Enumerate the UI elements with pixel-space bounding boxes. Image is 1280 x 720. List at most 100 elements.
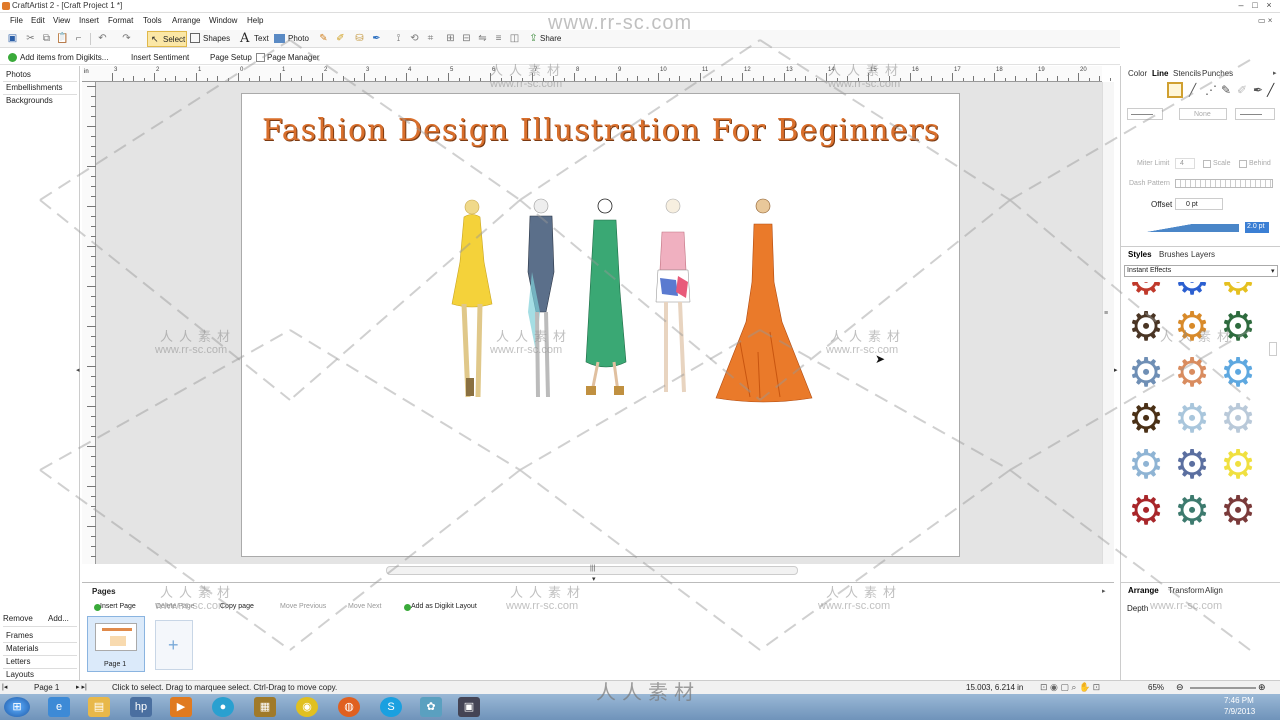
clock-date[interactable]: 7/9/2013 xyxy=(1224,707,1255,716)
tab-punches[interactable]: Punches xyxy=(1202,69,1233,78)
crop-icon[interactable]: ⌗ xyxy=(424,32,437,45)
hp-icon[interactable]: hp xyxy=(130,697,152,717)
line-style-dotted-icon[interactable]: ⋰ xyxy=(1205,83,1217,97)
cut-icon[interactable]: ✂ xyxy=(24,32,37,45)
line-style-square-icon[interactable] xyxy=(1167,82,1183,98)
menu-edit[interactable]: Edit xyxy=(31,16,45,25)
fill-icon[interactable]: ⛁ xyxy=(353,32,366,45)
tab-brushes[interactable]: Brushes xyxy=(1159,250,1188,259)
panel-expand-icon[interactable]: ▸ xyxy=(1102,587,1106,595)
tab-embellishments[interactable]: Embellishments xyxy=(6,83,62,92)
select-button[interactable]: ↖ Select xyxy=(147,31,187,47)
tab-line[interactable]: Line xyxy=(1152,69,1168,78)
line-style-brush-icon[interactable]: ✒ xyxy=(1253,83,1263,97)
zoom-slider[interactable] xyxy=(1190,687,1256,689)
insert-sentiment-button[interactable]: Insert Sentiment xyxy=(131,53,189,62)
media-player-icon[interactable]: ▶ xyxy=(170,697,192,717)
copy-icon[interactable]: ⧉ xyxy=(40,32,53,45)
view-tools-icon[interactable]: ⊡ ◉ ▢ ⌕ ✋ ⊡ xyxy=(1040,682,1100,693)
miter-limit-field[interactable]: 4 xyxy=(1175,158,1195,169)
menu-help[interactable]: Help xyxy=(247,16,263,25)
vertical-scrollbar[interactable] xyxy=(1102,82,1114,564)
gear-effect-icon[interactable]: ⚙ xyxy=(1171,282,1213,302)
maximize-icon[interactable]: □ xyxy=(1248,0,1262,12)
gear-effect-icon[interactable]: ⚙ xyxy=(1171,444,1213,486)
archive-icon[interactable]: ▦ xyxy=(254,697,276,717)
horizontal-ruler[interactable]: 3 2 1 0 1 2 3 4 5 6 7 8 9 10 11 12 13 14 15 16 17 18 19 20 xyxy=(82,66,1111,82)
mdi-restore-icon[interactable]: ▭ × xyxy=(1258,16,1272,25)
pen-icon[interactable]: ✒ xyxy=(370,32,383,45)
line-join-select[interactable]: None xyxy=(1179,108,1227,120)
add-button[interactable]: Add... xyxy=(48,614,69,623)
window-icon[interactable]: ▣ xyxy=(458,697,480,717)
insert-page-button[interactable]: Insert Page xyxy=(100,603,136,610)
page-manager-icon[interactable] xyxy=(256,53,265,62)
menu-format[interactable]: Format xyxy=(108,16,133,25)
vertical-ruler[interactable] xyxy=(82,82,96,564)
menu-insert[interactable]: Insert xyxy=(79,16,99,25)
gear-effect-icon[interactable]: ⚙ xyxy=(1217,490,1259,532)
page-manager-button[interactable]: Page Manager xyxy=(267,53,319,62)
tab-stencils[interactable]: Stencils xyxy=(1173,69,1201,78)
brush-icon[interactable]: ✎ xyxy=(317,32,330,45)
menu-window[interactable]: Window xyxy=(209,16,237,25)
firefox-icon[interactable]: ◍ xyxy=(338,697,360,717)
rotate-icon[interactable]: ⟲ xyxy=(408,32,421,45)
zoom-level[interactable]: 65% xyxy=(1148,683,1164,692)
add-page-button[interactable]: + xyxy=(155,620,193,670)
fashion-illustration-image[interactable] xyxy=(440,192,820,407)
tab-styles[interactable]: Styles xyxy=(1128,250,1152,259)
tab-layouts[interactable]: Layouts xyxy=(6,670,34,679)
add-items-icon[interactable] xyxy=(8,53,17,62)
move-previous-button[interactable]: Move Previous xyxy=(280,603,326,610)
gear-effect-icon[interactable]: ⚙ xyxy=(1217,398,1259,440)
gear-effect-icon[interactable]: ⚙ xyxy=(1217,444,1259,486)
tab-letters[interactable]: Letters xyxy=(6,657,30,666)
line-style-diagonal-icon[interactable]: ╱ xyxy=(1189,83,1196,97)
line-end-select[interactable] xyxy=(1235,108,1275,120)
current-page-label[interactable]: Page 1 xyxy=(34,683,59,692)
gear-effect-icon[interactable]: ⚙ xyxy=(1217,282,1259,302)
photo-icon[interactable] xyxy=(274,34,285,43)
tab-align[interactable]: Align xyxy=(1205,586,1223,595)
gear-effect-icon[interactable]: ⚙ xyxy=(1217,352,1259,394)
paste-icon[interactable]: 📋 xyxy=(56,32,69,45)
tab-transform[interactable]: Transform xyxy=(1168,586,1204,595)
eraser-icon[interactable]: ✐ xyxy=(334,32,347,45)
shapes-icon[interactable] xyxy=(190,33,200,43)
format-painter-icon[interactable]: ⌐ xyxy=(72,32,85,45)
line-style-eraser-icon[interactable]: ✐ xyxy=(1237,83,1247,97)
gear-effect-icon[interactable]: ⚙ xyxy=(1171,490,1213,532)
node-icon[interactable]: ⟟ xyxy=(392,32,405,45)
tab-frames[interactable]: Frames xyxy=(6,631,33,640)
text-button[interactable]: Text xyxy=(254,34,269,43)
add-items-button[interactable]: Add items from Digikits... xyxy=(20,53,108,62)
effects-gallery[interactable]: ⚙⚙⚙⚙⚙⚙⚙⚙⚙⚙⚙⚙⚙⚙⚙⚙⚙⚙ xyxy=(1125,282,1269,550)
gear-effect-icon[interactable]: ⚙ xyxy=(1125,398,1167,440)
undo-icon[interactable]: ↶ xyxy=(96,32,109,45)
move-next-button[interactable]: Move Next xyxy=(348,603,381,610)
align-icon[interactable]: ≡ xyxy=(492,32,505,45)
scale-checkbox[interactable] xyxy=(1203,160,1211,168)
gear-effect-icon[interactable]: ⚙ xyxy=(1171,398,1213,440)
collapse-right-icon[interactable]: ▸ xyxy=(1114,366,1118,374)
close-icon[interactable]: × xyxy=(1262,0,1276,12)
tab-backgrounds[interactable]: Backgrounds xyxy=(6,96,53,105)
zoom-out-icon[interactable]: ⊖ xyxy=(1176,682,1184,693)
gear-effect-icon[interactable]: ⚙ xyxy=(1125,282,1167,302)
gear-effect-icon[interactable]: ⚙ xyxy=(1125,490,1167,532)
skype-icon[interactable]: S xyxy=(380,697,402,717)
menu-arrange[interactable]: Arrange xyxy=(172,16,200,25)
order-icon[interactable]: ◫ xyxy=(508,32,521,45)
menu-view[interactable]: View xyxy=(53,16,70,25)
effects-category-select[interactable]: Instant Effects ▾ xyxy=(1124,265,1278,277)
gallery-scrollbar[interactable] xyxy=(1269,342,1277,356)
redo-icon[interactable]: ↷ xyxy=(120,32,133,45)
gear-effect-icon[interactable]: ⚙ xyxy=(1171,352,1213,394)
gear-effect-icon[interactable]: ⚙ xyxy=(1125,352,1167,394)
gear-effect-icon[interactable]: ⚙ xyxy=(1125,444,1167,486)
tab-color[interactable]: Color xyxy=(1128,69,1147,78)
canvas-title-text[interactable]: Fashion Design Illustration For Beginner… xyxy=(262,113,962,148)
behind-checkbox[interactable] xyxy=(1239,160,1247,168)
chrome-icon[interactable]: ◉ xyxy=(296,697,318,717)
